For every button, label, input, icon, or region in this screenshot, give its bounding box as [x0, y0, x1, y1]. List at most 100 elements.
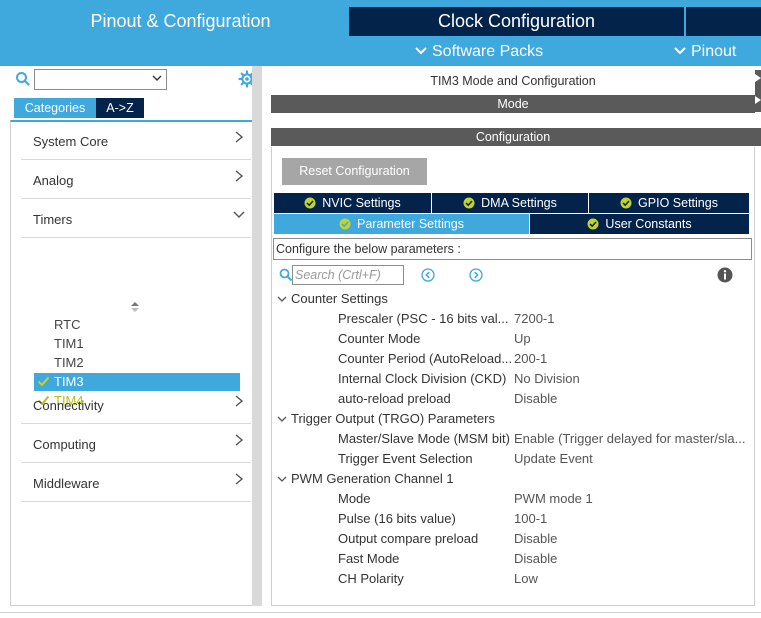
category-label: Timers [33, 212, 73, 227]
group-label: PWM Generation Channel 1 [291, 471, 454, 486]
pinout-menu[interactable]: Pinout [673, 40, 736, 62]
category-connectivity[interactable]: Connectivity [21, 386, 251, 424]
timer-item-tim1[interactable]: TIM1 [34, 335, 240, 353]
chevron-down-icon [414, 40, 428, 62]
chevron-right-icon [233, 394, 245, 408]
tab-user-constants[interactable]: User Constants [530, 214, 749, 234]
tab-a-to-z[interactable]: A->Z [96, 98, 144, 118]
tab-categories[interactable]: Categories [14, 98, 96, 118]
param-value[interactable]: Enable (Trigger delayed for master/sla..… [514, 429, 754, 449]
tab-label: NVIC Settings [322, 196, 401, 210]
category-label: Middleware [33, 476, 100, 491]
tab-dma-settings[interactable]: DMA Settings [432, 193, 588, 213]
sort-icon[interactable] [129, 300, 141, 314]
category-computing[interactable]: Computing [21, 425, 251, 463]
info-icon[interactable] [717, 267, 733, 283]
param-name: Prescaler (PSC - 16 bits val... [338, 311, 509, 326]
param-name: Counter Mode [338, 331, 421, 346]
reset-configuration-button[interactable]: Reset Configuration [282, 158, 427, 185]
param-name: Mode [338, 491, 371, 506]
param-row[interactable]: Master/Slave Mode (MSM bit) Enable (Trigg… [338, 429, 752, 449]
software-packs-menu[interactable]: Software Packs [414, 40, 543, 62]
check-circle-icon [620, 195, 632, 209]
status-divider [0, 612, 761, 618]
param-value[interactable]: Disable [514, 389, 754, 409]
param-row[interactable]: Internal Clock Division (CKD) No Division [338, 369, 752, 389]
param-name: Counter Period (AutoReload... [338, 351, 512, 366]
param-value[interactable]: Disable [514, 529, 754, 549]
param-name: Trigger Event Selection [338, 451, 473, 466]
check-circle-icon [304, 195, 316, 209]
param-value[interactable]: 100-1 [514, 509, 754, 529]
chevron-down-icon [277, 411, 291, 431]
group-trigger-output[interactable]: Trigger Output (TRGO) Parameters [277, 409, 495, 429]
param-value[interactable]: Low [514, 569, 754, 589]
param-value[interactable]: Disable [514, 549, 754, 569]
tab-pinout-configuration[interactable]: Pinout & Configuration [12, 7, 349, 36]
tab-label: DMA Settings [481, 196, 557, 210]
param-value[interactable]: 200-1 [514, 349, 754, 369]
category-label: System Core [33, 134, 109, 149]
param-row[interactable]: Trigger Event Selection Update Event [338, 449, 752, 469]
left-panel: Categories A->Z System Core Analog Timer… [10, 66, 262, 606]
category-system-core[interactable]: System Core [21, 122, 251, 160]
param-row[interactable]: Prescaler (PSC - 16 bits val... 7200-1 [338, 309, 752, 329]
configuration-section-header[interactable]: Configuration [271, 128, 755, 146]
param-value[interactable]: Up [514, 329, 754, 349]
timer-item-tim2[interactable]: TIM2 [34, 354, 240, 372]
param-row[interactable]: Fast Mode Disable [338, 549, 752, 569]
param-value[interactable]: Update Event [514, 449, 754, 469]
category-label: Computing [33, 437, 96, 452]
param-row[interactable]: Output compare preload Disable [338, 529, 752, 549]
param-row[interactable]: Mode PWM mode 1 [338, 489, 752, 509]
param-name: Output compare preload [338, 531, 479, 546]
category-timers[interactable]: Timers [21, 200, 251, 238]
panel-collapse-handle[interactable] [755, 70, 761, 112]
param-value[interactable]: PWM mode 1 [514, 489, 754, 509]
param-row[interactable]: CH Polarity Low [338, 569, 752, 589]
param-name: Pulse (16 bits value) [338, 511, 456, 526]
group-label: Trigger Output (TRGO) Parameters [291, 411, 495, 426]
splitter-bar[interactable] [252, 66, 262, 606]
param-name: CH Polarity [338, 571, 404, 586]
tab-gpio-settings[interactable]: GPIO Settings [589, 193, 749, 213]
page-title: TIM3 Mode and Configuration [430, 74, 596, 88]
chevron-right-icon [233, 472, 245, 486]
category-analog[interactable]: Analog [21, 161, 251, 199]
mode-section-header[interactable]: Mode [271, 95, 755, 113]
param-row[interactable]: Counter Period (AutoReload... 200-1 [338, 349, 752, 369]
check-circle-icon [463, 195, 475, 209]
group-counter-settings[interactable]: Counter Settings [277, 289, 388, 309]
category-search-combobox[interactable] [34, 69, 167, 90]
param-name: Fast Mode [338, 551, 400, 566]
tab-nvic-settings[interactable]: NVIC Settings [274, 193, 431, 213]
tab-label: Parameter Settings [357, 217, 464, 231]
category-label: Connectivity [33, 398, 104, 413]
timer-item-rtc[interactable]: RTC [34, 316, 240, 334]
next-result-icon[interactable] [469, 268, 483, 282]
category-middleware[interactable]: Middleware [21, 464, 251, 502]
chevron-down-icon[interactable] [152, 73, 162, 85]
param-name: Internal Clock Division (CKD) [338, 371, 507, 386]
tab-clock-configuration[interactable]: Clock Configuration [349, 7, 684, 36]
param-row[interactable]: auto-reload preload Disable [338, 389, 752, 409]
chevron-down-icon [233, 208, 245, 222]
param-row[interactable]: Pulse (16 bits value) 100-1 [338, 509, 752, 529]
search-icon[interactable] [15, 71, 31, 87]
tab-parameter-settings[interactable]: Parameter Settings [274, 214, 529, 234]
top-bar: Pinout & Configuration Clock Configurati… [0, 0, 761, 66]
group-label: Counter Settings [291, 291, 388, 306]
param-row[interactable]: Counter Mode Up [338, 329, 752, 349]
pinout-menu-label: Pinout [691, 43, 737, 60]
timer-label: TIM1 [54, 336, 84, 351]
timer-label: TIM2 [54, 355, 84, 370]
tab-extra[interactable] [686, 7, 761, 36]
chevron-right-icon [233, 130, 245, 144]
param-value[interactable]: No Division [514, 369, 754, 389]
tab-label: User Constants [605, 217, 692, 231]
parameter-search-input[interactable]: Search (Crtl+F) [292, 265, 404, 285]
group-pwm-channel-1[interactable]: PWM Generation Channel 1 [277, 469, 454, 489]
previous-result-icon[interactable] [421, 268, 435, 282]
param-value[interactable]: 7200-1 [514, 309, 754, 329]
chevron-right-icon [233, 433, 245, 447]
